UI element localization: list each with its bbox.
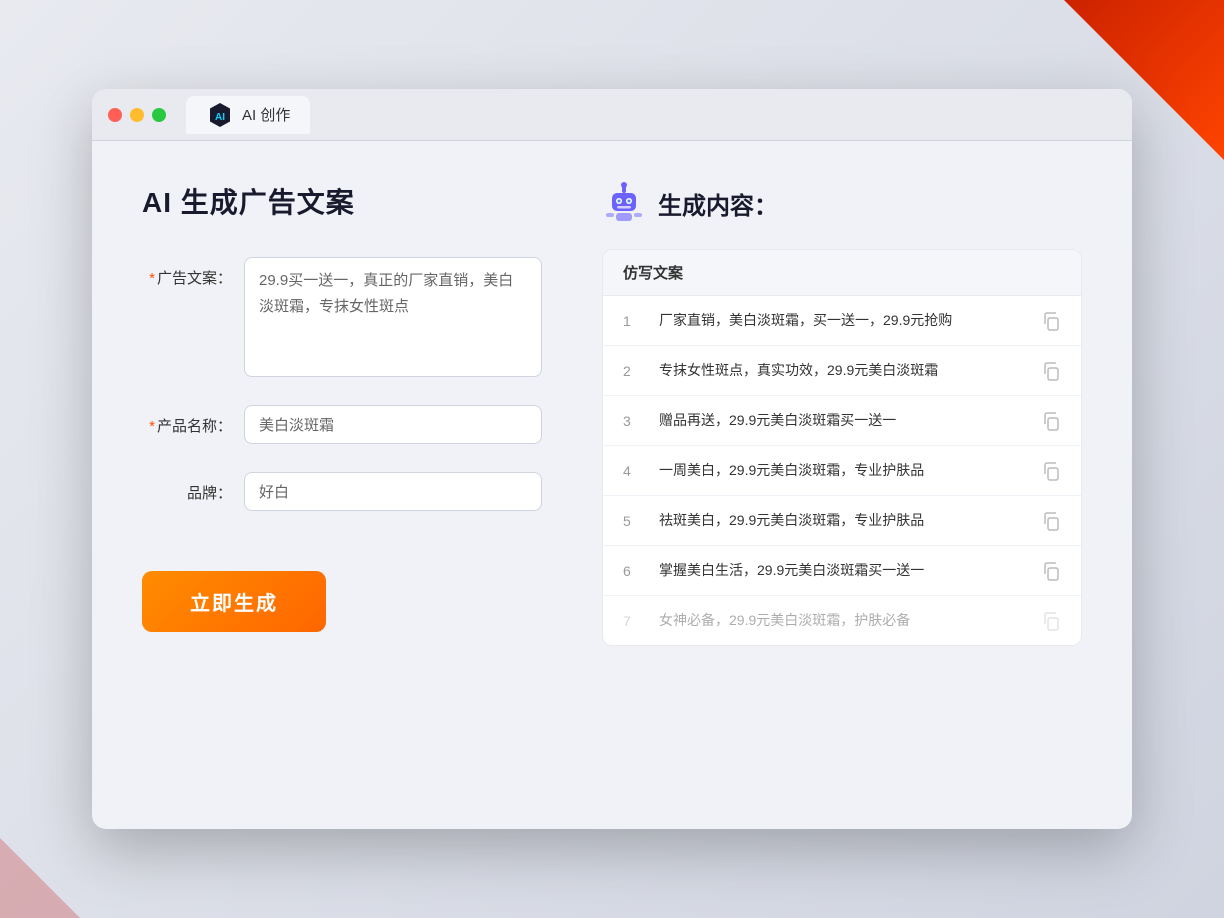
close-button[interactable] [108, 108, 122, 122]
row-text: 一周美白，29.9元美白淡斑霜，专业护肤品 [659, 460, 1025, 481]
maximize-button[interactable] [152, 108, 166, 122]
table-row: 7 女神必备，29.9元美白淡斑霜，护肤必备 [603, 596, 1081, 645]
required-star-product: * [149, 418, 155, 435]
row-text: 厂家直销，美白淡斑霜，买一送一，29.9元抢购 [659, 310, 1025, 331]
product-name-input[interactable] [244, 405, 542, 444]
table-row: 6 掌握美白生活，29.9元美白淡斑霜买一送一 [603, 546, 1081, 596]
row-text: 祛斑美白，29.9元美白淡斑霜，专业护肤品 [659, 510, 1025, 531]
copy-icon[interactable] [1041, 511, 1061, 531]
result-table: 仿写文案 1 厂家直销，美白淡斑霜，买一送一，29.9元抢购 2 专抹女性斑点，… [602, 249, 1082, 646]
row-text: 赠品再送，29.9元美白淡斑霜买一送一 [659, 410, 1025, 431]
ad-copy-group: *广告文案： [142, 257, 542, 377]
corner-decoration-bottom-left [0, 838, 80, 918]
result-title: 生成内容： [658, 186, 778, 221]
table-row: 1 厂家直销，美白淡斑霜，买一送一，29.9元抢购 [603, 296, 1081, 346]
copy-icon[interactable] [1041, 561, 1061, 581]
row-number: 7 [623, 613, 643, 629]
page-title: AI 生成广告文案 [142, 181, 542, 221]
ai-icon: AI [206, 101, 234, 129]
product-name-group: *产品名称： [142, 405, 542, 444]
result-header: 生成内容： [602, 181, 1082, 225]
row-number: 5 [623, 513, 643, 529]
row-number: 3 [623, 413, 643, 429]
row-number: 6 [623, 563, 643, 579]
copy-icon[interactable] [1041, 311, 1061, 331]
main-content: AI 生成广告文案 *广告文案： *产品名称： 品牌： 立 [92, 141, 1132, 829]
browser-window: AI AI 创作 AI 生成广告文案 *广告文案： *产品名称： [92, 89, 1132, 829]
tab-label: AI 创作 [242, 104, 290, 125]
ad-copy-label: *广告文案： [142, 257, 232, 288]
required-star-ad: * [149, 270, 155, 287]
minimize-button[interactable] [130, 108, 144, 122]
table-row: 4 一周美白，29.9元美白淡斑霜，专业护肤品 [603, 446, 1081, 496]
left-panel: AI 生成广告文案 *广告文案： *产品名称： 品牌： 立 [142, 181, 542, 789]
row-number: 2 [623, 363, 643, 379]
traffic-lights [108, 108, 166, 122]
brand-input[interactable] [244, 472, 542, 511]
product-name-label: *产品名称： [142, 405, 232, 436]
copy-icon[interactable] [1041, 461, 1061, 481]
svg-text:AI: AI [215, 112, 225, 123]
table-row: 3 赠品再送，29.9元美白淡斑霜买一送一 [603, 396, 1081, 446]
brand-label: 品牌： [142, 472, 232, 503]
right-panel: 生成内容： 仿写文案 1 厂家直销，美白淡斑霜，买一送一，29.9元抢购 2 [602, 181, 1082, 789]
row-text: 女神必备，29.9元美白淡斑霜，护肤必备 [659, 610, 1025, 631]
row-number: 4 [623, 463, 643, 479]
table-column-header: 仿写文案 [603, 250, 1081, 296]
ai-tab[interactable]: AI AI 创作 [186, 96, 310, 134]
copy-icon[interactable] [1041, 411, 1061, 431]
title-bar: AI AI 创作 [92, 89, 1132, 141]
brand-group: 品牌： [142, 472, 542, 511]
robot-icon [602, 181, 646, 225]
copy-icon[interactable] [1041, 611, 1061, 631]
generate-button[interactable]: 立即生成 [142, 571, 326, 632]
row-text: 掌握美白生活，29.9元美白淡斑霜买一送一 [659, 560, 1025, 581]
table-row: 2 专抹女性斑点，真实功效，29.9元美白淡斑霜 [603, 346, 1081, 396]
copy-icon[interactable] [1041, 361, 1061, 381]
row-text: 专抹女性斑点，真实功效，29.9元美白淡斑霜 [659, 360, 1025, 381]
table-row: 5 祛斑美白，29.9元美白淡斑霜，专业护肤品 [603, 496, 1081, 546]
ad-copy-textarea[interactable] [244, 257, 542, 377]
row-number: 1 [623, 313, 643, 329]
